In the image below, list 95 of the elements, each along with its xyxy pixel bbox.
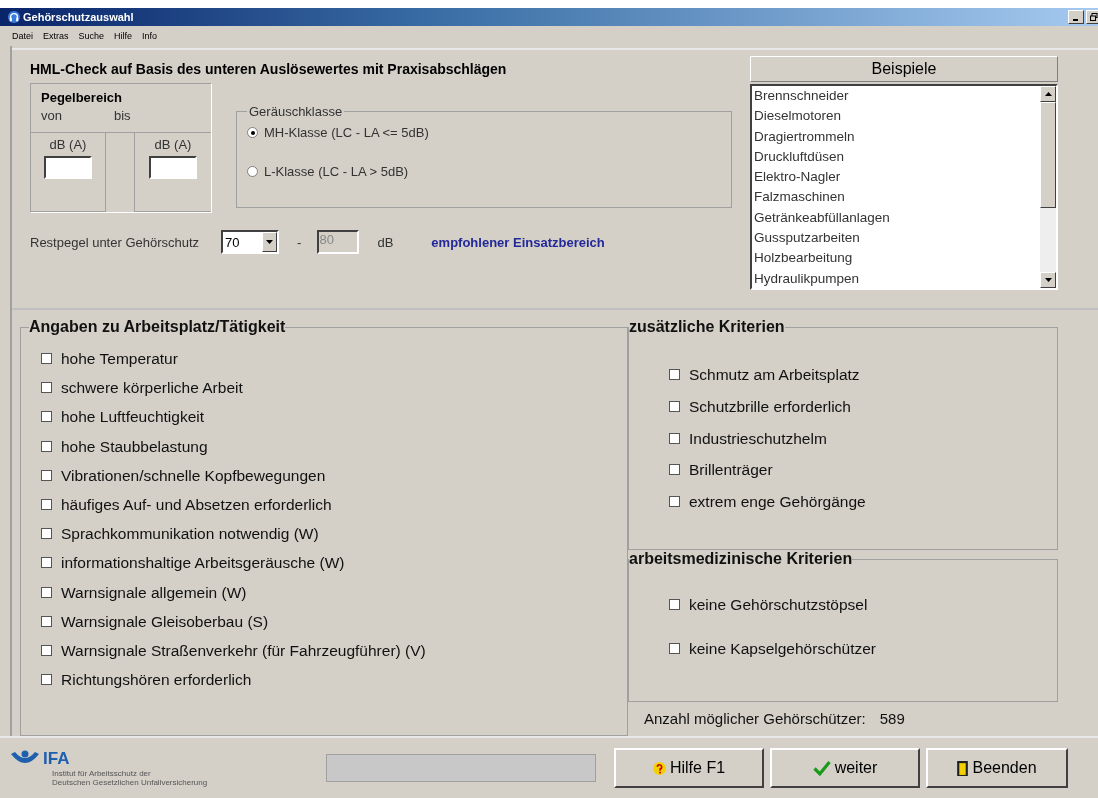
range-dash: - [297,234,302,250]
group-title: zusätzliche Kriterien [629,318,785,336]
list-item[interactable]: Falzmaschinen [754,187,1040,208]
scroll-up-icon[interactable] [1044,92,1052,96]
logo-text: IFA [43,749,70,769]
next-button[interactable]: weiter [770,748,920,788]
checkbox[interactable] [41,498,52,510]
list-item[interactable]: Getränkeabfüllanlagen [754,207,1040,229]
checkbox-label[interactable]: Schutzbrille erforderlich [689,396,851,416]
checkbox[interactable] [41,528,52,540]
checkbox-label[interactable]: Warnsignale Straßenverkehr (für Fahrzeugführer) (V) [61,640,426,660]
checkbox[interactable] [669,400,680,412]
checkbox-label[interactable]: informationshaltige Arbeitsgeräusche (W) [61,553,345,573]
checkbox-label[interactable]: häufiges Auf- und Absetzen erforderlich [61,494,332,514]
checkbox[interactable] [41,674,52,686]
radio-label[interactable]: MH-Klasse (LC - LA <= 5dB) [264,125,429,140]
restore-button[interactable] [1086,10,1098,24]
checkbox[interactable] [669,599,680,610]
from-label: von [41,108,62,123]
checkbox[interactable] [41,382,52,394]
checkbox[interactable] [669,643,680,654]
checkbox[interactable] [669,496,680,508]
headphones-icon [8,11,20,23]
checkbox-label[interactable]: Brillenträger [689,460,773,480]
level-range-title: Pegelbereich [41,90,123,105]
window-title: Gehörschutzauswahl [23,11,135,23]
unit-label: dB (A) [49,137,87,152]
unit-label: dB [377,234,394,250]
count-value: 589 [879,710,905,727]
checkbox-label[interactable]: keine Kapselgehörschützer [689,639,876,658]
checkbox-label[interactable]: hohe Temperatur [61,349,178,368]
to-label: bis [113,108,131,123]
recommendation-note: empfohlener Einsatzbereich [431,234,605,250]
checkbox[interactable] [41,557,52,569]
menu-item[interactable]: Datei [12,31,33,41]
help-icon [652,761,666,775]
to-input[interactable] [149,156,197,179]
checkbox-label[interactable]: Richtungshören erforderlich [61,670,252,690]
radio-label[interactable]: L-Klasse (LC - LA > 5dB) [264,164,409,179]
radio-button[interactable] [247,127,258,138]
menu-item[interactable]: Hilfe [114,31,133,41]
list-item[interactable]: Dieselmotoren [754,106,1040,127]
list-item[interactable]: Dragiertrommeln [754,126,1040,147]
scrollbar[interactable] [1040,86,1056,288]
checkbox-label[interactable]: Industrieschutzhelm [689,428,827,448]
checkbox-label[interactable]: hohe Staubbelastung [61,436,208,456]
menu-item[interactable]: Info [142,31,158,41]
list-item[interactable]: Hydraulikpumpen [754,268,1040,289]
checkbox[interactable] [669,432,680,444]
checkbox-label[interactable]: schwere körperliche Arbeit [61,378,243,398]
checkbox-label[interactable]: Vibrationen/schnelle Kopfbewegungen [61,465,326,485]
group-title: Angaben zu Arbeitsplatz/Tätigkeit [29,318,286,336]
menu-item[interactable]: Suche [78,31,105,41]
to-value-field: 80 [317,230,360,254]
list-item[interactable]: Elektro-Nagler [754,167,1040,188]
door-icon [957,760,969,776]
help-button[interactable]: Hilfe F1 [614,748,764,788]
checkbox-label[interactable]: keine Gehörschutzstöpsel [689,595,868,614]
menu-item[interactable]: Extras [43,31,69,41]
checkbox-label[interactable]: Warnsignale allgemein (W) [61,582,247,602]
list-item[interactable]: Druckluftdüsen [754,146,1040,168]
checkbox-label[interactable]: Sprachkommunikation notwendig (W) [61,524,319,544]
scroll-down-icon[interactable] [1044,278,1052,282]
organization-name: Institut für Arbeitsschutz der [51,769,152,778]
checkbox[interactable] [41,586,52,598]
section-heading: HML-Check auf Basis des unteren Auslösewertes mit Praxisabschlägen [30,61,508,77]
minimize-button[interactable] [1068,10,1084,24]
checkbox[interactable] [41,615,52,627]
checkbox[interactable] [41,440,52,452]
checkbox[interactable] [669,464,680,476]
checkbox[interactable] [41,644,52,656]
restore-icon [1090,13,1098,21]
checkbox-label[interactable]: extrem enge Gehörgänge [689,492,866,512]
group-title: arbeitsmedizinische Kriterien [629,550,853,568]
group-title: Geräuschklasse [248,104,344,119]
checkbox-label[interactable]: hohe Luftfeuchtigkeit [61,407,205,427]
from-input[interactable] [44,156,92,179]
organization-name: Deutschen Gesetzlichen Unfallversicherung [51,778,209,787]
unit-label: dB (A) [154,137,192,152]
checkbox-label[interactable]: Warnsignale Gleisoberbau (S) [61,611,269,631]
radio-button[interactable] [247,166,258,177]
examples-header[interactable]: Beispiele [750,56,1058,82]
residual-level-label: Restpegel unter Gehörschutz [30,234,200,250]
checkbox[interactable] [41,411,52,423]
checkbox[interactable] [41,353,52,364]
checkbox[interactable] [669,369,680,380]
list-item[interactable]: Gussputzarbeiten [754,228,1040,249]
checkmark-icon [812,760,831,776]
from-dropdown[interactable]: 70 [221,230,280,254]
list-item[interactable]: Brennschneider [754,86,1040,107]
checkbox-label[interactable]: Schmutz am Arbeitsplatz [689,365,860,384]
list-item[interactable]: Holzbearbeitung [754,248,1040,269]
count-label: Anzahl möglicher Gehörschützer: [644,710,866,727]
exit-button[interactable]: Beenden [926,748,1068,788]
checkbox[interactable] [41,469,52,481]
